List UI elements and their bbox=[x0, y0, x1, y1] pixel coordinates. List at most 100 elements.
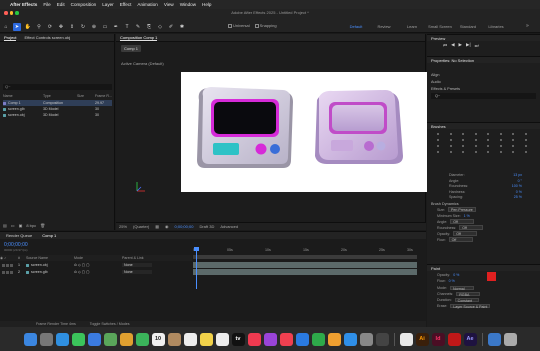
column-name[interactable]: Name bbox=[3, 94, 43, 98]
toggle-switches-modes[interactable]: Toggle Switches / Modes bbox=[90, 322, 130, 326]
dock-news-icon[interactable] bbox=[279, 332, 293, 346]
timeline-layer-1[interactable]: 1 screen.obj ⊙ ◇ ▢ ▢ None bbox=[0, 262, 192, 268]
workspace-learn[interactable]: Learn bbox=[398, 24, 426, 29]
bit-depth[interactable]: 8 bpc bbox=[26, 223, 36, 228]
dolly-tool-icon[interactable]: ⇕ bbox=[68, 23, 76, 31]
snapping-option[interactable]: Snapping bbox=[254, 23, 277, 28]
universal-checkbox[interactable] bbox=[228, 23, 232, 28]
hand-tool-icon[interactable]: ✋ bbox=[24, 23, 32, 31]
workspace-review[interactable]: Review bbox=[370, 24, 398, 29]
layer-switches[interactable] bbox=[0, 263, 18, 267]
menu-layer[interactable]: Layer bbox=[102, 2, 114, 7]
paint-flow[interactable]: Flow: 0 % bbox=[427, 278, 455, 284]
paint-channels-dropdown[interactable]: RGBA bbox=[456, 291, 481, 297]
dock-chrome-icon[interactable] bbox=[399, 332, 413, 346]
dock-illustrator-icon[interactable]: Ai bbox=[415, 332, 429, 346]
trash-icon[interactable]: 🗑 bbox=[40, 223, 45, 228]
dock-downloads-icon[interactable] bbox=[487, 332, 501, 346]
dock-podcasts-icon[interactable] bbox=[263, 332, 277, 346]
layer-1-duration-bar[interactable] bbox=[193, 262, 417, 268]
menu-help[interactable]: Help bbox=[202, 2, 211, 7]
tab-render-queue[interactable]: Render Queue bbox=[6, 233, 32, 238]
dock-after-effects-icon[interactable]: Ae bbox=[463, 332, 477, 346]
dynamics-angle-dropdown[interactable]: Off bbox=[450, 219, 475, 224]
3d-device-models[interactable] bbox=[181, 72, 431, 192]
resolution-dropdown[interactable]: (Quarter) bbox=[133, 224, 149, 229]
layer-name[interactable]: screen.glb bbox=[31, 270, 48, 274]
snapping-checkbox[interactable] bbox=[254, 23, 259, 28]
pan-tool-icon[interactable]: ✥ bbox=[57, 23, 65, 31]
dock-calendar-icon[interactable]: 10 bbox=[151, 332, 165, 346]
layer-name[interactable]: screen.obj bbox=[31, 263, 48, 267]
layer-mode-switches[interactable]: ⊙ ◇ ▢ ▢ bbox=[74, 263, 122, 267]
align-title[interactable]: Align bbox=[427, 72, 540, 79]
anchor-tool-icon[interactable]: ⊕ bbox=[90, 23, 98, 31]
tab-composition[interactable]: Composition Comp 1 bbox=[120, 35, 158, 41]
paint-mode-dropdown[interactable]: Normal bbox=[450, 285, 474, 291]
properties-title[interactable]: Properties: No Selection bbox=[427, 56, 540, 63]
parent-dropdown[interactable]: None bbox=[122, 263, 152, 267]
menu-effect[interactable]: Effect bbox=[120, 2, 132, 7]
dock-notes-icon[interactable] bbox=[199, 332, 213, 346]
eraser-tool-icon[interactable]: ◇ bbox=[156, 23, 164, 31]
rotate-tool-icon[interactable]: ↻ bbox=[79, 23, 87, 31]
dock-finder-icon[interactable] bbox=[23, 332, 37, 346]
workspace-libraries[interactable]: Libraries bbox=[482, 24, 510, 29]
new-folder-icon[interactable]: ▭ bbox=[11, 223, 15, 228]
column-type[interactable]: Type bbox=[43, 94, 77, 98]
dock-facetime-icon[interactable] bbox=[135, 332, 149, 346]
dock-acrobat-icon[interactable] bbox=[447, 332, 461, 346]
dock-photos-icon[interactable] bbox=[119, 332, 133, 346]
menu-composition[interactable]: Composition bbox=[71, 2, 97, 7]
dock-keynote-icon[interactable] bbox=[295, 332, 309, 346]
dock-maps-icon[interactable] bbox=[103, 332, 117, 346]
playhead-line[interactable] bbox=[196, 247, 197, 289]
magnification-dropdown[interactable]: 25% bbox=[119, 224, 127, 229]
comp-flowchart-tab[interactable]: Comp 1 bbox=[121, 45, 142, 52]
dock-system-settings-icon[interactable] bbox=[359, 332, 373, 346]
tab-comp1-timeline[interactable]: Comp 1 bbox=[42, 233, 56, 238]
preview-title[interactable]: Preview bbox=[427, 34, 540, 41]
tab-project[interactable]: Project bbox=[4, 35, 17, 41]
timeline-layer-2[interactable]: 2 screen.glb ⊙ ◇ ▢ ▢ None bbox=[0, 269, 192, 275]
av-switches-icon[interactable]: ◉ ♪ bbox=[0, 256, 18, 260]
dock-contacts-icon[interactable] bbox=[167, 332, 181, 346]
dock-reminders-icon[interactable] bbox=[183, 332, 197, 346]
column-frame-rate[interactable]: Frame R... bbox=[95, 94, 112, 98]
layer-mode-switches[interactable]: ⊙ ◇ ▢ ▢ bbox=[74, 270, 122, 274]
column-mode[interactable]: Mode bbox=[74, 256, 122, 260]
workspace-standard[interactable]: Standard bbox=[454, 24, 482, 29]
selection-tool-icon[interactable]: ➤ bbox=[13, 23, 21, 31]
puppet-tool-icon[interactable]: ✱ bbox=[178, 23, 186, 31]
dynamics-roundness-dropdown[interactable]: Off bbox=[459, 225, 484, 230]
layer-switches[interactable] bbox=[0, 270, 18, 274]
type-tool-icon[interactable]: T bbox=[123, 23, 131, 31]
dynamics-opacity-dropdown[interactable]: Off bbox=[453, 231, 478, 236]
last-frame-icon[interactable]: ⏭ bbox=[475, 43, 479, 48]
dock-indesign-icon[interactable]: Id bbox=[431, 332, 445, 346]
play-icon[interactable]: ▶ bbox=[459, 42, 462, 48]
rectangle-tool-icon[interactable]: ▭ bbox=[101, 23, 109, 31]
project-search-input[interactable]: Q~ bbox=[3, 84, 112, 90]
camera-icon[interactable]: ◉ bbox=[165, 224, 169, 229]
home-icon[interactable]: ⌂ bbox=[2, 23, 10, 31]
foreground-color-swatch[interactable] bbox=[487, 272, 496, 281]
grid-icon[interactable]: ▦ bbox=[155, 224, 159, 229]
dock-tv-icon[interactable]: tv bbox=[231, 332, 245, 346]
first-frame-icon[interactable]: ⏮ bbox=[443, 43, 447, 48]
min-size-value[interactable]: 1 % bbox=[464, 214, 470, 218]
dock-freeform-icon[interactable] bbox=[215, 332, 229, 346]
workspace-default[interactable]: Default bbox=[342, 24, 370, 29]
effects-search-input[interactable]: Q~ bbox=[431, 93, 536, 99]
menu-edit[interactable]: Edit bbox=[57, 2, 65, 7]
dock-messages-icon[interactable] bbox=[71, 332, 85, 346]
parent-dropdown[interactable]: None bbox=[122, 270, 152, 274]
dock-mail-icon[interactable] bbox=[87, 332, 101, 346]
roto-brush-tool-icon[interactable]: ✐ bbox=[167, 23, 175, 31]
brush-tip-grid[interactable] bbox=[432, 133, 532, 153]
time-ruler[interactable]: 0s 05s 10s 15s 20s 25s 30s bbox=[193, 247, 417, 255]
audio-title[interactable]: Audio bbox=[427, 79, 540, 86]
menu-app-name[interactable]: After Effects bbox=[10, 2, 37, 7]
paint-duration-dropdown[interactable]: Constant bbox=[454, 297, 479, 303]
zoom-tool-icon[interactable]: ⚲ bbox=[35, 23, 43, 31]
